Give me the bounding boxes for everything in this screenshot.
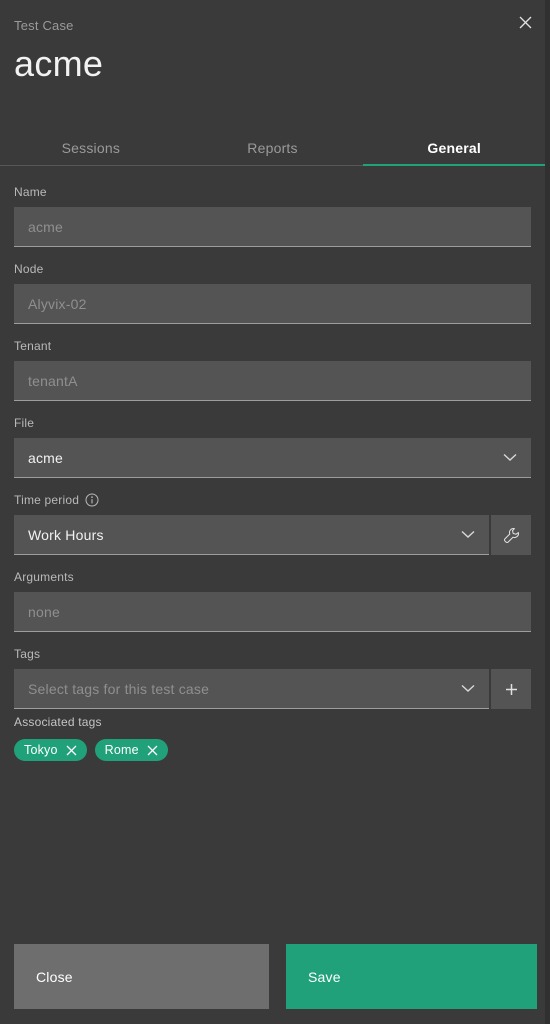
- close-icon[interactable]: [147, 745, 158, 756]
- tenant-input-value: tenantA: [28, 372, 78, 389]
- field-file: File acme: [14, 415, 531, 478]
- time-period-select[interactable]: Work Hours: [14, 515, 489, 555]
- tab-bar: Sessions Reports General: [0, 128, 546, 166]
- tab-sessions[interactable]: Sessions: [0, 140, 182, 166]
- tab-general[interactable]: General: [363, 140, 546, 166]
- associated-tags-list: Tokyo Rome: [14, 739, 531, 761]
- field-file-label: File: [14, 416, 35, 430]
- tenant-input[interactable]: tenantA: [14, 361, 531, 401]
- chevron-down-icon: [503, 453, 517, 462]
- close-button-label: Close: [36, 968, 73, 985]
- field-arguments-label: Arguments: [14, 570, 74, 584]
- page-title: acme: [14, 43, 104, 84]
- field-arguments: Arguments none: [14, 569, 531, 632]
- tags-select[interactable]: Select tags for this test case: [14, 669, 489, 709]
- field-tenant-row: tenantA: [14, 361, 531, 401]
- add-tag-button[interactable]: [491, 669, 531, 709]
- field-tags-row: Select tags for this test case: [14, 669, 531, 709]
- save-button[interactable]: Save: [286, 944, 537, 1009]
- field-arguments-row: none: [14, 592, 531, 632]
- name-input[interactable]: acme: [14, 207, 531, 247]
- close-icon[interactable]: [66, 745, 77, 756]
- test-case-dialog: Test Case acme Sessions Reports General …: [0, 0, 546, 1024]
- tab-sessions-label: Sessions: [61, 140, 121, 156]
- field-tags: Tags Select tags for this test case: [14, 646, 531, 709]
- tab-general-label: General: [427, 140, 481, 156]
- field-time-period-label: Time period: [14, 492, 531, 508]
- arguments-input[interactable]: none: [14, 592, 531, 632]
- node-input[interactable]: Alyvix-02: [14, 284, 531, 324]
- field-time-period-row: Work Hours: [14, 515, 531, 555]
- tab-reports[interactable]: Reports: [181, 140, 364, 166]
- arguments-input-value: none: [28, 603, 60, 620]
- dialog-footer: Close Save: [14, 944, 537, 1009]
- general-form: Name acme Node Alyvix-02 Tenant tenantA: [0, 166, 545, 761]
- close-icon[interactable]: [511, 8, 539, 36]
- time-period-label-text: Time period: [14, 493, 80, 507]
- wrench-icon: [503, 527, 520, 544]
- save-button-label: Save: [308, 968, 341, 985]
- time-period-select-value: Work Hours: [28, 526, 104, 543]
- tags-select-placeholder: Select tags for this test case: [28, 680, 210, 697]
- dialog-kicker: Test Case: [14, 18, 74, 33]
- field-time-period: Time period Work Hours: [14, 492, 531, 555]
- field-node-row: Alyvix-02: [14, 284, 531, 324]
- scrollbar-track[interactable]: [545, 0, 550, 1024]
- tag-chip-label: Tokyo: [24, 743, 58, 757]
- tab-reports-label: Reports: [247, 140, 298, 156]
- dialog-header: Test Case acme: [0, 0, 545, 128]
- time-period-settings-button[interactable]: [491, 515, 531, 555]
- field-file-row: acme: [14, 438, 531, 478]
- field-name: Name acme: [14, 184, 531, 247]
- name-input-value: acme: [28, 218, 64, 235]
- field-tenant-label: Tenant: [14, 339, 52, 353]
- node-input-value: Alyvix-02: [28, 295, 87, 312]
- associated-tags-label: Associated tags: [14, 715, 102, 729]
- chevron-down-icon: [461, 530, 475, 539]
- info-icon[interactable]: [85, 493, 99, 507]
- field-node-label: Node: [14, 262, 44, 276]
- tag-chip[interactable]: Tokyo: [14, 739, 87, 761]
- close-button[interactable]: Close: [14, 944, 269, 1009]
- tag-chip-label: Rome: [104, 743, 139, 757]
- field-tenant: Tenant tenantA: [14, 338, 531, 401]
- field-name-row: acme: [14, 207, 531, 247]
- field-node: Node Alyvix-02: [14, 261, 531, 324]
- file-select[interactable]: acme: [14, 438, 531, 478]
- tag-chip[interactable]: Rome: [94, 739, 168, 761]
- field-tags-label: Tags: [14, 647, 41, 661]
- chevron-down-icon: [461, 684, 475, 693]
- field-name-label: Name: [14, 185, 47, 199]
- file-select-value: acme: [28, 449, 64, 466]
- plus-icon: [504, 682, 519, 697]
